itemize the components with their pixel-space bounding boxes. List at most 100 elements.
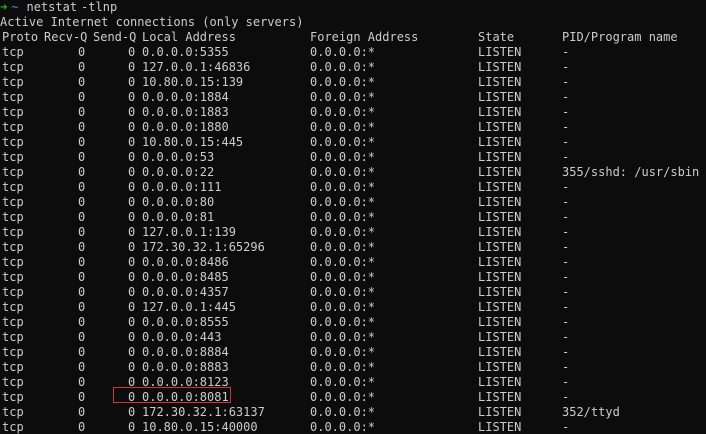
cell-foreign-address: 0.0.0.0:* (310, 405, 376, 419)
cell-pid-program: - (562, 420, 570, 434)
cell-state: LISTEN (478, 375, 522, 389)
table-row: tcp 0 0 0.0.0.0:22 0.0.0.0:* LISTEN 355/sshd: … (0, 165, 706, 180)
command-args: -tlnp (81, 0, 118, 14)
cell-proto: tcp (2, 180, 24, 194)
cell-recv-q: 0 (78, 165, 86, 179)
prompt-arrow-icon: ➜ (0, 0, 8, 14)
cell-recv-q: 0 (78, 270, 86, 284)
cell-foreign-address: 0.0.0.0:* (310, 60, 376, 74)
cell-send-q: 0 (128, 240, 136, 254)
cell-recv-q: 0 (78, 315, 86, 329)
cell-send-q: 0 (128, 90, 136, 104)
command-name: netstat (26, 0, 78, 14)
cell-pid-program: - (562, 300, 570, 314)
cell-pid-program: - (562, 45, 570, 59)
cell-local-address: 0.0.0.0:8485 (142, 270, 229, 284)
terminal-window[interactable]: ➜ ~ netstat -tlnp Active Internet connec… (0, 0, 706, 434)
cell-state: LISTEN (478, 135, 522, 149)
table-row: tcp 0 0 0.0.0.0:8123 0.0.0.0:* LISTEN - (0, 375, 706, 390)
cell-foreign-address: 0.0.0.0:* (310, 150, 376, 164)
header-recv-q: Recv-Q (44, 30, 88, 44)
cell-send-q: 0 (128, 105, 136, 119)
cell-send-q: 0 (128, 315, 136, 329)
header-pid-program: PID/Program name (562, 30, 678, 44)
cell-local-address: 0.0.0.0:8884 (142, 345, 229, 359)
cell-pid-program: - (562, 270, 570, 284)
cell-state: LISTEN (478, 240, 522, 254)
cell-local-address: 172.30.32.1:63137 (142, 405, 265, 419)
cell-recv-q: 0 (78, 45, 86, 59)
cell-pid-program: - (562, 255, 570, 269)
cell-proto: tcp (2, 330, 24, 344)
cell-recv-q: 0 (78, 240, 86, 254)
cell-send-q: 0 (128, 360, 136, 374)
header-foreign-address: Foreign Address (310, 30, 419, 44)
cell-state: LISTEN (478, 90, 522, 104)
cell-proto: tcp (2, 75, 24, 89)
cell-state: LISTEN (478, 255, 522, 269)
cell-pid-program: - (562, 225, 570, 239)
table-row: tcp 0 0 0.0.0.0:8555 0.0.0.0:* LISTEN - (0, 315, 706, 330)
cell-state: LISTEN (478, 330, 522, 344)
header-send-q: Send-Q (93, 30, 137, 44)
cell-pid-program: - (562, 105, 570, 119)
cell-send-q: 0 (128, 135, 136, 149)
cell-recv-q: 0 (78, 150, 86, 164)
cell-local-address: 0.0.0.0:81 (142, 210, 215, 224)
cell-foreign-address: 0.0.0.0:* (310, 165, 376, 179)
cell-send-q: 0 (128, 180, 136, 194)
cell-recv-q: 0 (78, 330, 86, 344)
cell-state: LISTEN (478, 210, 522, 224)
cell-local-address: 0.0.0.0:4357 (142, 285, 229, 299)
table-row: tcp 0 0 0.0.0.0:8081 0.0.0.0:* LISTEN - (0, 390, 706, 405)
cell-foreign-address: 0.0.0.0:* (310, 345, 376, 359)
cell-recv-q: 0 (78, 390, 86, 404)
cell-pid-program: - (562, 75, 570, 89)
cell-state: LISTEN (478, 405, 522, 419)
cell-foreign-address: 0.0.0.0:* (310, 285, 376, 299)
cell-proto: tcp (2, 315, 24, 329)
cell-send-q: 0 (128, 345, 136, 359)
table-row: tcp 0 0 0.0.0.0:1880 0.0.0.0:* LISTEN - (0, 120, 706, 135)
cell-proto: tcp (2, 360, 24, 374)
table-row: tcp 0 0 10.80.0.15:139 0.0.0.0:* LISTEN - (0, 75, 706, 90)
cell-pid-program: - (562, 210, 570, 224)
table-row: tcp 0 0 0.0.0.0:8883 0.0.0.0:* LISTEN - (0, 360, 706, 375)
table-row: tcp 0 0 0.0.0.0:8486 0.0.0.0:* LISTEN - (0, 255, 706, 270)
cell-foreign-address: 0.0.0.0:* (310, 195, 376, 209)
cell-pid-program: - (562, 180, 570, 194)
cell-proto: tcp (2, 345, 24, 359)
cell-proto: tcp (2, 300, 24, 314)
table-row: tcp 0 0 0.0.0.0:5355 0.0.0.0:* LISTEN - (0, 45, 706, 60)
cell-proto: tcp (2, 120, 24, 134)
cell-state: LISTEN (478, 180, 522, 194)
cell-pid-program: - (562, 285, 570, 299)
cell-send-q: 0 (128, 60, 136, 74)
cell-state: LISTEN (478, 120, 522, 134)
cell-recv-q: 0 (78, 285, 86, 299)
cell-local-address: 0.0.0.0:1884 (142, 90, 229, 104)
table-row: tcp 0 0 0.0.0.0:81 0.0.0.0:* LISTEN - (0, 210, 706, 225)
cell-foreign-address: 0.0.0.0:* (310, 105, 376, 119)
cell-recv-q: 0 (78, 120, 86, 134)
cell-state: LISTEN (478, 300, 522, 314)
cell-send-q: 0 (128, 75, 136, 89)
table-row: tcp 0 0 10.80.0.15:445 0.0.0.0:* LISTEN - (0, 135, 706, 150)
cell-state: LISTEN (478, 225, 522, 239)
cell-proto: tcp (2, 45, 24, 59)
cell-pid-program: - (562, 60, 570, 74)
cell-state: LISTEN (478, 390, 522, 404)
cell-pid-program: - (562, 195, 570, 209)
cell-state: LISTEN (478, 285, 522, 299)
cell-recv-q: 0 (78, 360, 86, 374)
cell-foreign-address: 0.0.0.0:* (310, 225, 376, 239)
cell-foreign-address: 0.0.0.0:* (310, 390, 376, 404)
cell-proto: tcp (2, 60, 24, 74)
cell-send-q: 0 (128, 210, 136, 224)
cell-proto: tcp (2, 165, 24, 179)
cell-proto: tcp (2, 210, 24, 224)
cell-local-address: 127.0.0.1:139 (142, 225, 236, 239)
cell-state: LISTEN (478, 420, 522, 434)
cell-foreign-address: 0.0.0.0:* (310, 120, 376, 134)
cell-send-q: 0 (128, 375, 136, 389)
